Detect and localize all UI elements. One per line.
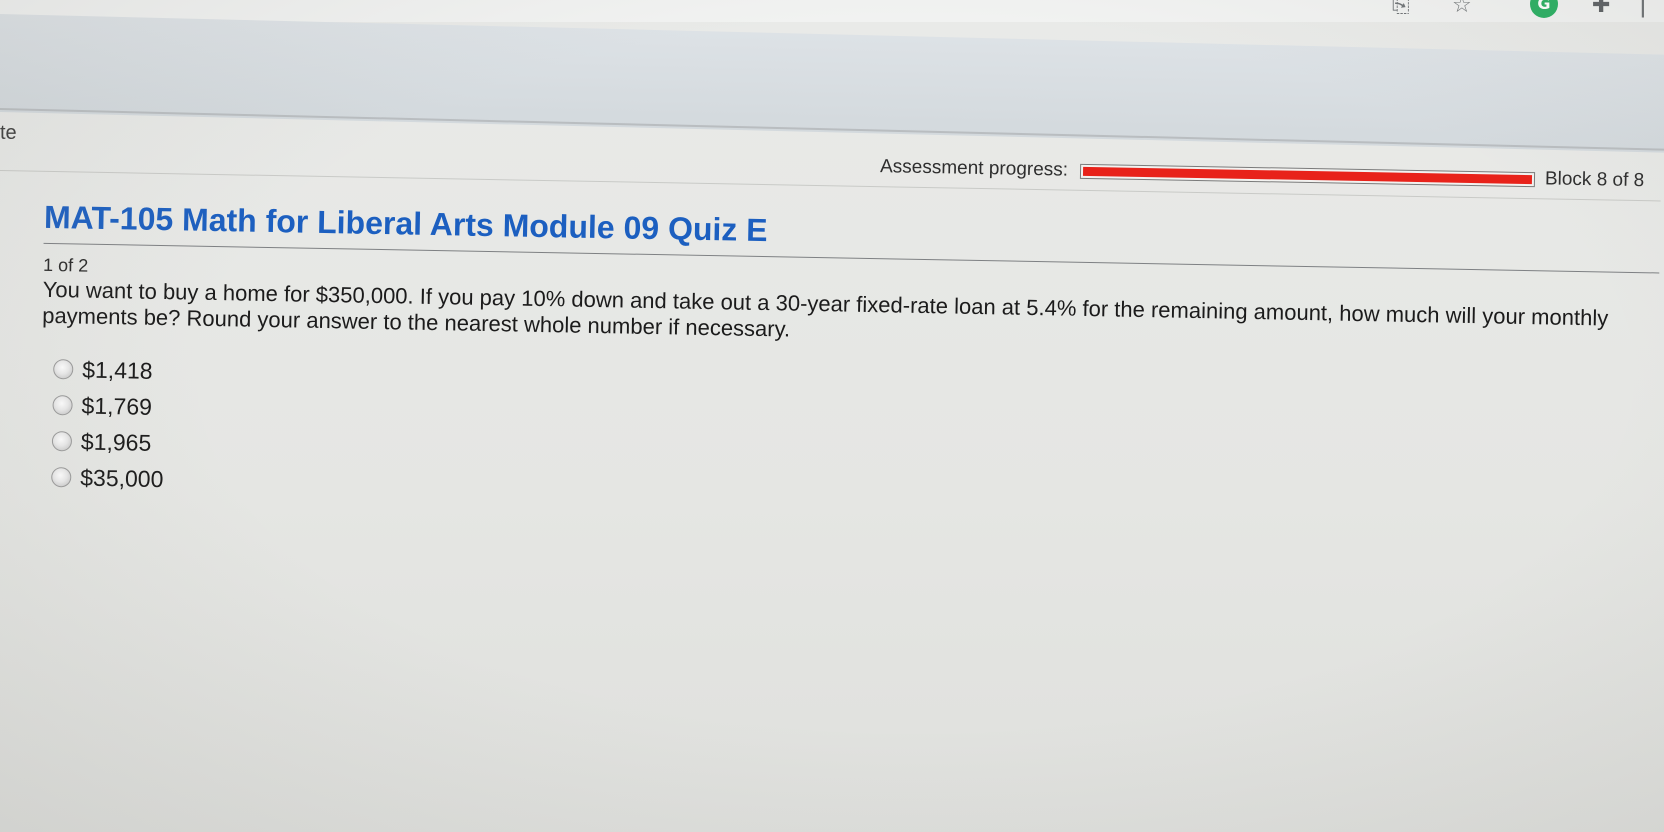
radio-button[interactable]	[53, 359, 74, 380]
screen: ⎘ ☆ G ✚ ▏ te Assessment progress: Block …	[0, 0, 1664, 832]
progress-label: Assessment progress:	[879, 156, 1069, 181]
progress-bar	[1079, 163, 1536, 187]
share-icon[interactable]: ⎘	[1392, 0, 1410, 18]
quiz-content: Assessment progress: Block 8 of 8 MAT-10…	[0, 0, 1664, 832]
radio-button[interactable]	[52, 395, 73, 416]
question-text: You want to buy a home for $350,000. If …	[41, 276, 1609, 342]
answer-options: $1,418 $1,769 $1,965 $35,000	[51, 351, 166, 497]
answer-option-label: $1,769	[81, 392, 153, 420]
answer-option-label: $35,000	[80, 464, 164, 492]
star-icon[interactable]: ☆	[1452, 0, 1472, 18]
answer-option-label: $1,418	[82, 356, 153, 384]
grammarly-icon[interactable]: G	[1530, 0, 1558, 18]
radio-button[interactable]	[51, 431, 73, 452]
progress-bar-fill	[1082, 166, 1533, 184]
profile-icon[interactable]: ▏	[1642, 0, 1659, 18]
answer-option[interactable]: $1,965	[51, 423, 165, 461]
block-counter: Block 8 of 8	[1544, 168, 1645, 192]
answer-option[interactable]: $35,000	[51, 459, 164, 497]
answer-option[interactable]: $1,418	[53, 351, 166, 389]
extensions-icon[interactable]: ✚	[1592, 0, 1610, 18]
answer-option-label: $1,965	[80, 428, 152, 456]
question-counter: 1 of 2	[42, 254, 89, 276]
radio-button[interactable]	[51, 467, 72, 488]
answer-option[interactable]: $1,769	[52, 387, 165, 425]
page-title: MAT-105 Math for Liberal Arts Module 09 …	[43, 198, 768, 249]
title-divider	[43, 242, 1660, 274]
